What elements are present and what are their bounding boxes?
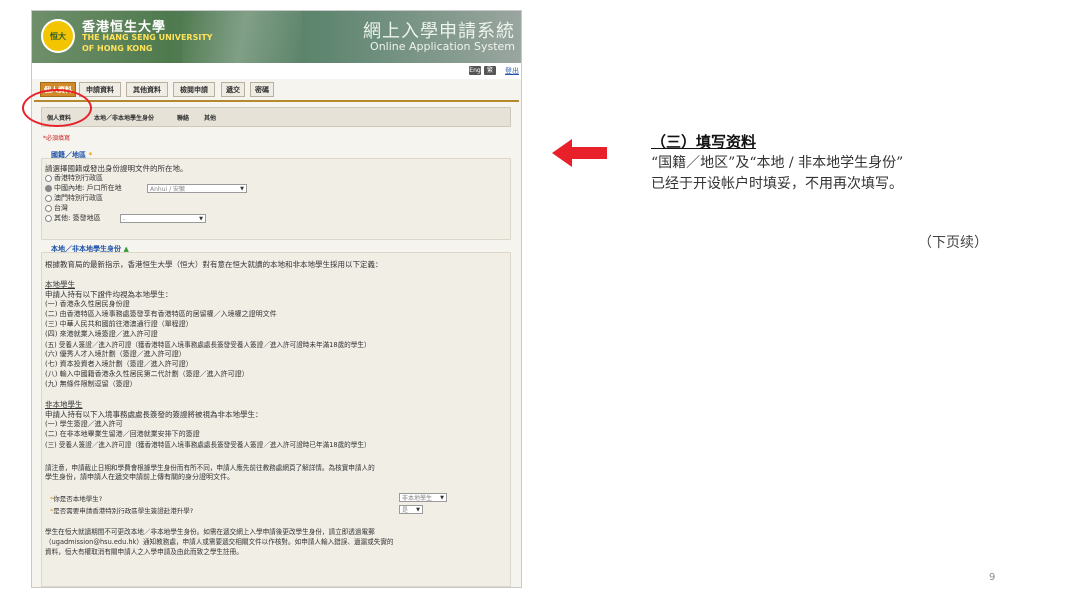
notice-line: 請注意，申請截止日期和學費會根據學生身份而有所不同，申請人應先前往教務處網頁了解… <box>45 464 375 472</box>
nonlocal-item: (三) 受養人簽證／進入許可證（獲香港特區入境事務處處長簽發受養人簽證／進入許可… <box>45 441 371 449</box>
sub-navigation: 個人資料 本地／非本地學生身份 聯絡 其他 <box>41 107 511 127</box>
pointer-arrow-icon <box>552 139 607 167</box>
option-label: 台灣 <box>54 204 68 212</box>
radio-icon[interactable] <box>45 194 52 202</box>
highlight-circle <box>22 89 92 127</box>
university-name-en-line2: OF HONG KONG <box>82 44 153 53</box>
local-student-select[interactable]: 非本地學生 <box>399 493 447 503</box>
question-local-student: *你是否本地學生? <box>50 493 102 503</box>
question-text: 你是否本地學生? <box>53 495 103 503</box>
local-item: (一) 香港永久性居民身份證 <box>45 300 130 308</box>
nationality-option-mainland[interactable]: 中國內地: 戶口所在地 <box>45 183 122 193</box>
tab-password[interactable]: 密碼 <box>250 82 274 97</box>
tab-application-info[interactable]: 申請資料 <box>79 82 121 97</box>
tab-review-application[interactable]: 檢閱申請 <box>173 82 215 97</box>
annotation-title: （三）填写资料 <box>651 133 757 151</box>
local-item: (六) 優秀人才入境計劃（簽證／進入許可證） <box>45 350 186 358</box>
header-toolbar: Eng 繁 登出 <box>32 63 521 79</box>
logo-text: 恒大 <box>50 31 66 41</box>
radio-icon[interactable] <box>45 174 52 182</box>
page-number: 9 <box>989 572 996 583</box>
annotation-line: 已经于开设帐户时填妥，不用再次填写。 <box>651 176 903 192</box>
radio-icon[interactable] <box>45 214 52 222</box>
main-tabs: 個人資料 申請資料 其他資料 檢閱申請 遞交 密碼 <box>34 79 519 102</box>
nationality-option-hk[interactable]: 香港特別行政區 <box>45 173 103 183</box>
annotation-description: “国籍／地区”及“本地 / 非本地学生身份” 已经于开设帐户时填妥，不用再次填写… <box>651 153 903 195</box>
continued-note: （下页续） <box>918 235 988 251</box>
province-select[interactable]: Anhui / 安徽 <box>147 184 247 194</box>
system-title-en: Online Application System <box>370 40 515 53</box>
language-chinese-button[interactable]: 繁 <box>484 66 496 75</box>
local-item: (五) 受養人簽證／進入許可證（獲香港特區入境事務處處長簽發受養人簽證／進入許可… <box>45 341 371 349</box>
notice-line: 學生身份，請申請人在遞交申請前上傳有關的身分證明文件。 <box>45 473 234 481</box>
nationality-option-macau[interactable]: 澳門特別行政區 <box>45 193 103 203</box>
university-logo: 恒大 <box>41 19 75 53</box>
logout-link[interactable]: 登出 <box>505 66 519 76</box>
radio-selected-icon[interactable] <box>45 184 52 192</box>
local-item: (八) 輸入中國籍香港永久性居民第二代計劃（簽證／進入許可證） <box>45 370 249 378</box>
option-label: 中國內地: 戶口所在地 <box>54 184 122 192</box>
radio-icon[interactable] <box>45 204 52 212</box>
footer-notice-line: （ugadmission@hsu.edu.hk）通知教務處，申請人或需要遞交相關… <box>45 538 394 546</box>
option-label: 澳門特別行政區 <box>54 194 103 202</box>
local-item: (三) 中華人民共和國前往港澳通行證（單程證） <box>45 320 193 328</box>
required-note: *必須填寫 <box>43 135 71 142</box>
nonlocal-item: (二) 在非本地畢業生留港／回港就業安排下的簽證 <box>45 430 200 438</box>
student-visa-select[interactable]: 是 <box>399 505 423 515</box>
question-text: 是否需要申請香港特別行政區學生簽證赴港升學? <box>53 507 194 515</box>
footer-notice-line: 學生在恒大就讀期間不可更改本地／非本地學生身份。如需在遞交網上入學申請後更改學生… <box>45 528 375 536</box>
tab-other-info[interactable]: 其他資料 <box>126 82 168 97</box>
annotation-line: “国籍／地区”及“本地 / 非本地学生身份” <box>651 155 904 171</box>
tab-submit[interactable]: 遞交 <box>221 82 245 97</box>
language-english-button[interactable]: Eng <box>469 66 481 75</box>
local-item: (四) 來港就業入境簽證／進入許可證 <box>45 330 158 338</box>
subnav-others[interactable]: 其他 <box>204 113 216 122</box>
question-student-visa: *是否需要申請香港特別行政區學生簽證赴港升學? <box>50 505 193 515</box>
nonlocal-item: (一) 學生簽證／進入許可 <box>45 420 123 428</box>
status-intro: 根據教育局的最新指示，香港恒生大學（恒大）對有意在恒大就讀的本地和非本地學生採用… <box>45 260 383 269</box>
nationality-option-other[interactable]: 其他: 簽發地區 <box>45 213 101 223</box>
application-screenshot: 恒大 香港恒生大學 THE HANG SENG UNIVERSITY OF HO… <box>31 10 522 588</box>
university-name-en-line1: THE HANG SENG UNIVERSITY <box>82 33 213 42</box>
nationality-option-taiwan[interactable]: 台灣 <box>45 203 68 213</box>
option-label: 其他: 簽發地區 <box>54 214 101 222</box>
footer-notice-line: 資料，恒大有權取消有關申請人之入學申請及由此而致之學生註冊。 <box>45 548 243 556</box>
other-region-select[interactable]: - <box>120 214 206 224</box>
option-label: 香港特別行政區 <box>54 174 103 182</box>
subnav-student-status[interactable]: 本地／非本地學生身份 <box>94 113 154 122</box>
header-banner: 恒大 香港恒生大學 THE HANG SENG UNIVERSITY OF HO… <box>32 11 521 63</box>
local-item: (二) 由香港特區入境事務處簽發享有香港特區的居留權／入境權之證明文件 <box>45 310 277 318</box>
local-item: (九) 無條件限制逗留（簽證） <box>45 380 137 388</box>
subnav-contact[interactable]: 聯絡 <box>177 113 189 122</box>
local-item: (七) 資本投資者入境計劃（簽證／進入許可證） <box>45 360 193 368</box>
